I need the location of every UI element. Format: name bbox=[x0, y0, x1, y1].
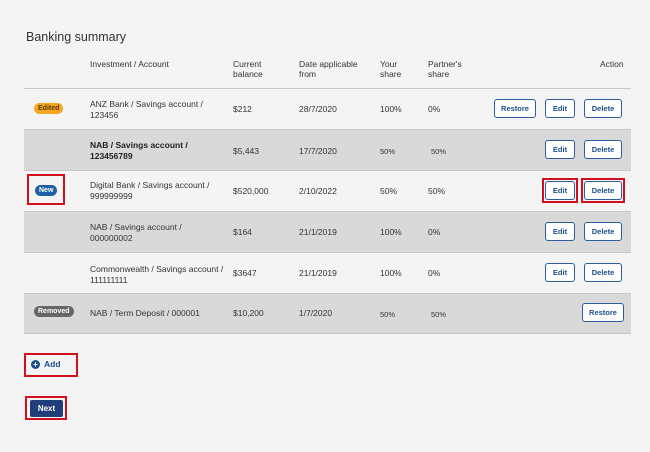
account-name: NAB / Savings account / 123456789 bbox=[90, 140, 188, 161]
your-share: 50% bbox=[380, 147, 396, 156]
balance: $520,000 bbox=[233, 186, 269, 196]
delete-button[interactable]: Delete bbox=[584, 99, 622, 118]
balance: $3647 bbox=[233, 268, 257, 278]
balance: $164 bbox=[233, 227, 252, 237]
header-action: Action bbox=[600, 59, 624, 69]
delete-button[interactable]: Delete bbox=[584, 140, 622, 159]
balance: $5,443 bbox=[233, 146, 259, 156]
date: 17/7/2020 bbox=[299, 146, 337, 156]
highlight-box bbox=[542, 178, 578, 203]
header-account: Investment / Account bbox=[90, 59, 169, 69]
account-name: Digital Bank / Savings account / 9999999… bbox=[90, 180, 210, 201]
header-balance: Current balance bbox=[233, 59, 263, 79]
your-share: 50% bbox=[380, 186, 398, 196]
date: 2/10/2022 bbox=[299, 186, 337, 196]
account-name: NAB / Term Deposit / 000001 bbox=[90, 308, 200, 318]
partner-share: 50% bbox=[431, 310, 447, 319]
partner-share: 0% bbox=[428, 268, 441, 278]
highlight-box bbox=[25, 396, 67, 420]
delete-button[interactable]: Delete bbox=[584, 263, 622, 282]
date: 21/1/2019 bbox=[299, 268, 337, 278]
your-share: 100% bbox=[380, 104, 402, 114]
edit-button[interactable]: Edit bbox=[545, 99, 575, 118]
your-share: 100% bbox=[380, 227, 402, 237]
removed-badge: Removed bbox=[34, 306, 74, 317]
restore-button[interactable]: Restore bbox=[582, 303, 624, 322]
highlight-box bbox=[24, 353, 78, 377]
header-date: Date applicable from bbox=[299, 59, 358, 79]
your-share: 100% bbox=[380, 268, 402, 278]
date: 21/1/2019 bbox=[299, 227, 337, 237]
highlight-box bbox=[27, 174, 65, 205]
edited-badge: Edited bbox=[34, 103, 64, 114]
highlight-box bbox=[581, 178, 625, 203]
account-name: Commonwealth / Savings account / 1111111… bbox=[90, 264, 224, 285]
account-name: NAB / Savings account / 000000002 bbox=[90, 222, 182, 243]
balance: $212 bbox=[233, 104, 252, 114]
partner-share: 50% bbox=[431, 147, 447, 156]
partner-share: 0% bbox=[428, 104, 441, 114]
restore-button[interactable]: Restore bbox=[494, 99, 536, 118]
date: 1/7/2020 bbox=[299, 308, 333, 318]
delete-button[interactable]: Delete bbox=[584, 222, 622, 241]
balance: $10,200 bbox=[233, 308, 264, 318]
partner-share: 50% bbox=[428, 186, 446, 196]
account-name: ANZ Bank / Savings account / 123456 bbox=[90, 99, 203, 120]
page-title: Banking summary bbox=[26, 30, 127, 44]
header-partner-share: Partner's share bbox=[428, 59, 462, 79]
partner-share: 0% bbox=[428, 227, 441, 237]
date: 28/7/2020 bbox=[299, 104, 337, 114]
header-your-share: Your share bbox=[380, 59, 402, 79]
edit-button[interactable]: Edit bbox=[545, 222, 575, 241]
your-share: 50% bbox=[380, 310, 396, 319]
edit-button[interactable]: Edit bbox=[545, 140, 575, 159]
edit-button[interactable]: Edit bbox=[545, 263, 575, 282]
